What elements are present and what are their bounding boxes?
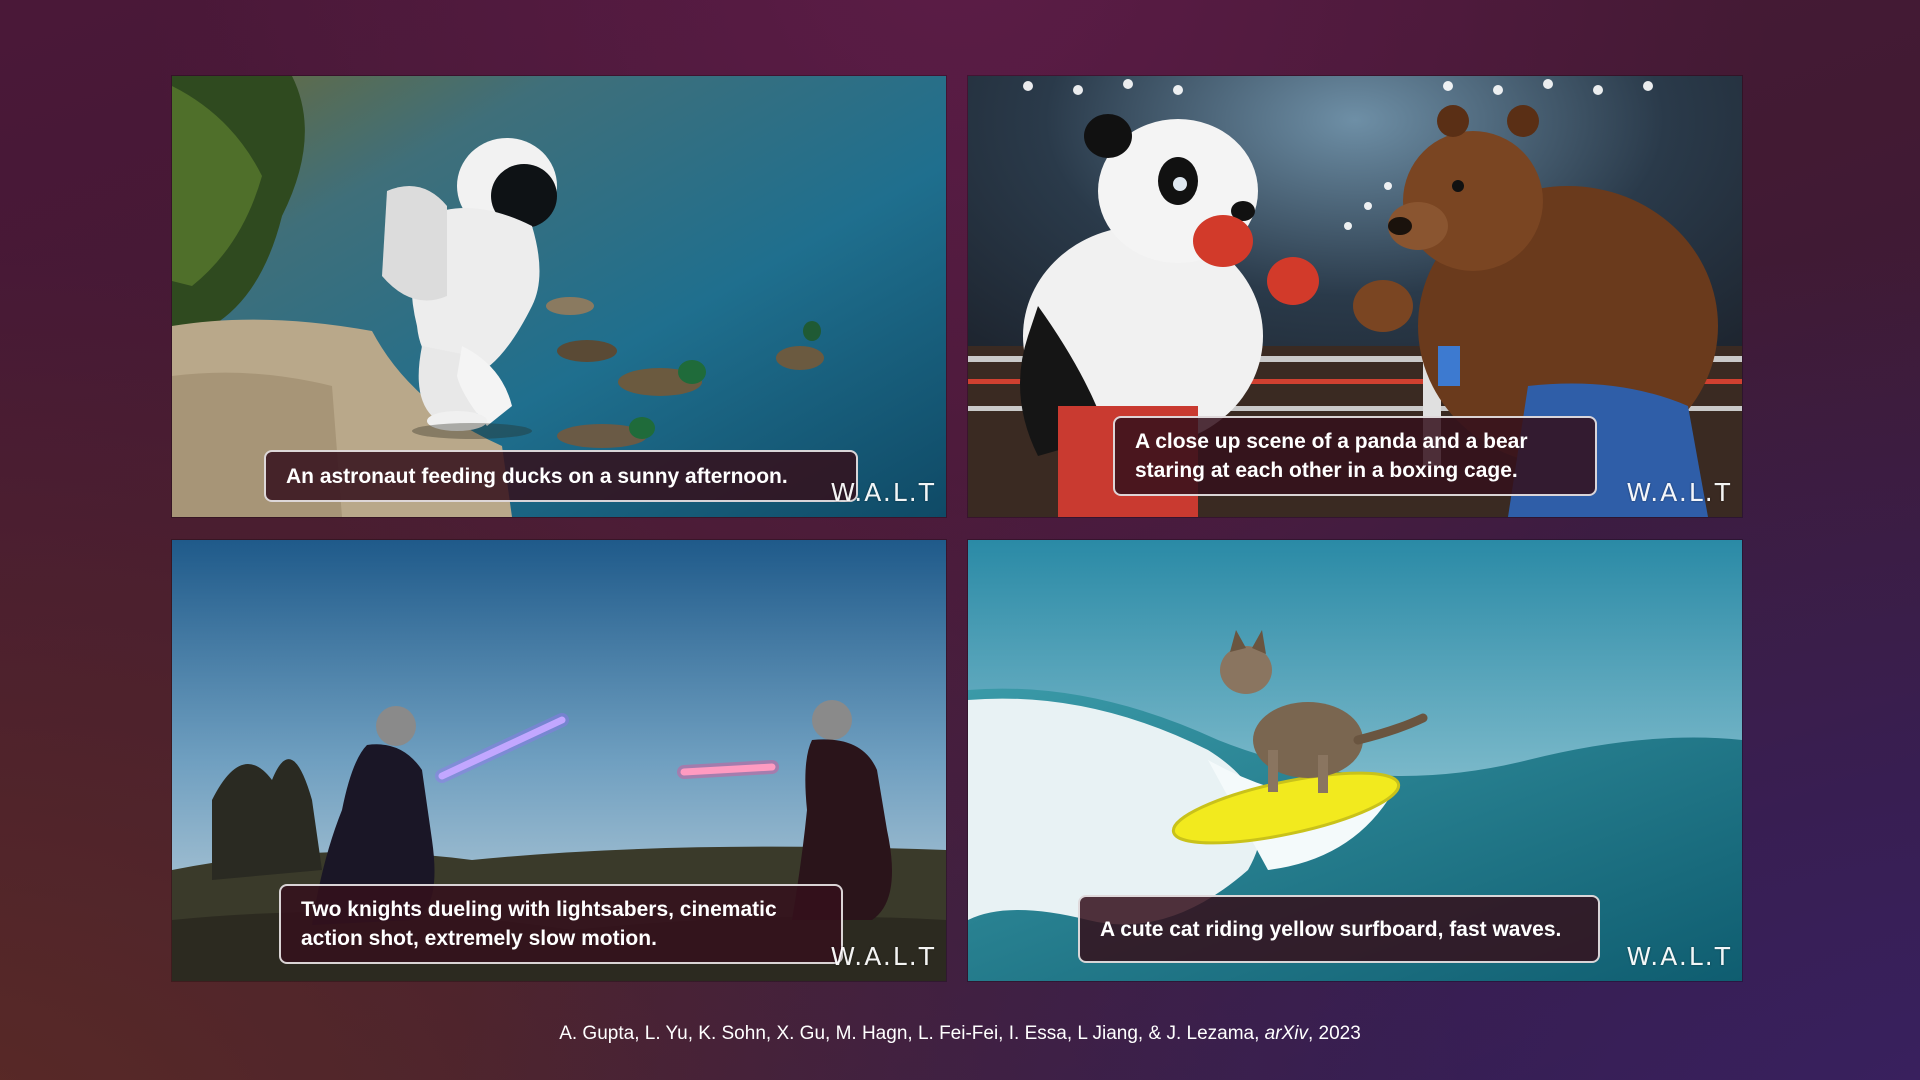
citation-venue: arXiv	[1264, 1023, 1308, 1044]
video-panel-cat-surf[interactable]: A cute cat riding yellow surfboard, fast…	[968, 540, 1742, 981]
caption-text: A cute cat riding yellow surfboard, fast…	[1100, 917, 1562, 941]
video-caption: A cute cat riding yellow surfboard, fast…	[1078, 895, 1600, 963]
video-caption: Two knights dueling with lightsabers, ci…	[279, 884, 843, 964]
video-caption: A close up scene of a panda and a bear s…	[1113, 416, 1597, 496]
video-caption: An astronaut feeding ducks on a sunny af…	[264, 450, 858, 502]
walt-watermark: W.A.L.T	[1626, 478, 1732, 507]
caption-text: Two knights dueling with lightsabers, ci…	[301, 898, 777, 950]
video-panel-knights[interactable]: Two knights dueling with lightsabers, ci…	[172, 540, 946, 981]
paper-citation: A. Gupta, L. Yu, K. Sohn, X. Gu, M. Hagn…	[0, 1020, 1920, 1048]
citation-year: , 2023	[1307, 1023, 1361, 1044]
caption-text: An astronaut feeding ducks on a sunny af…	[286, 464, 788, 488]
video-panel-panda-bear[interactable]: A close up scene of a panda and a bear s…	[968, 76, 1742, 517]
walt-watermark: W.A.L.T	[1626, 942, 1732, 971]
caption-text: A close up scene of a panda and a bear s…	[1135, 430, 1528, 482]
video-panel-astronaut[interactable]: An astronaut feeding ducks on a sunny af…	[172, 76, 946, 517]
walt-watermark: W.A.L.T	[830, 942, 936, 971]
walt-watermark: W.A.L.T	[830, 478, 936, 507]
citation-authors: A. Gupta, L. Yu, K. Sohn, X. Gu, M. Hagn…	[559, 1023, 1260, 1044]
